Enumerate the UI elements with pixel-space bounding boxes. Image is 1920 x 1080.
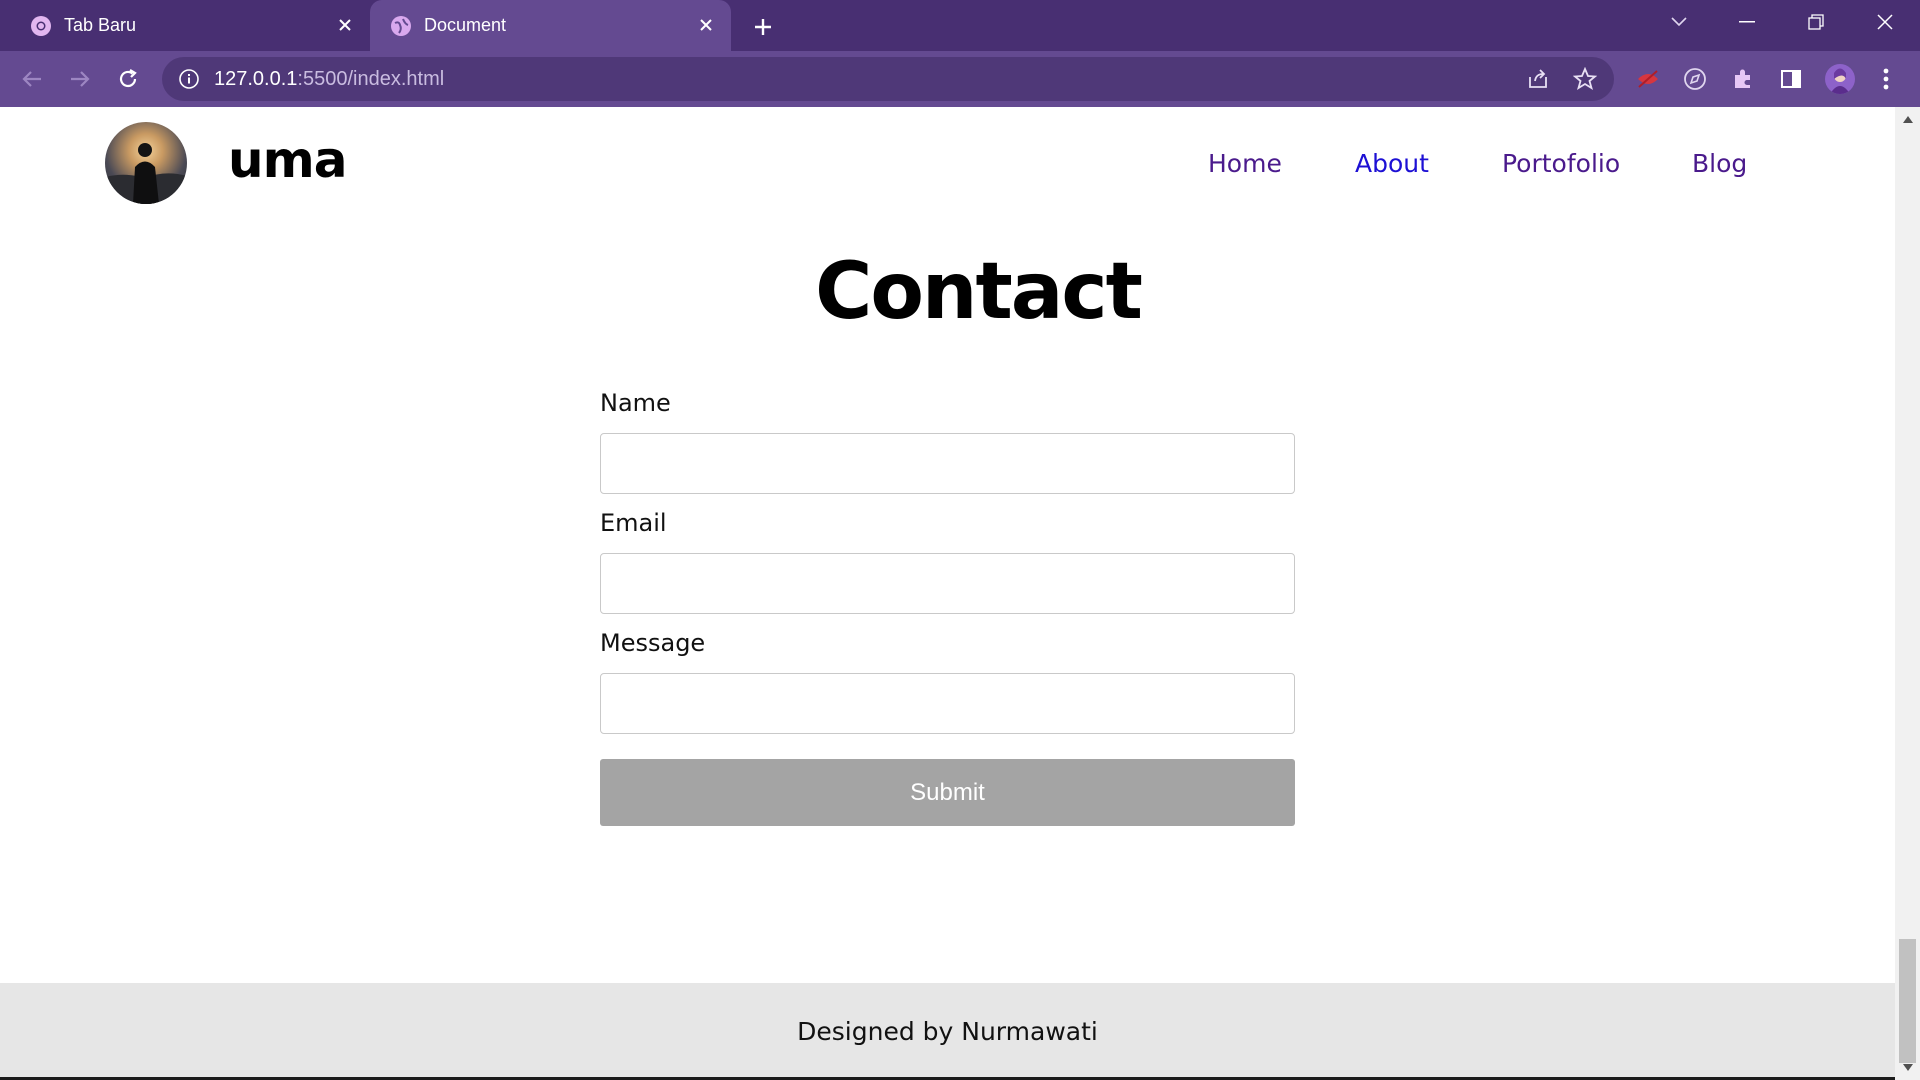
share-icon[interactable] bbox=[1526, 67, 1550, 91]
more-menu-icon[interactable] bbox=[1872, 65, 1900, 93]
email-input[interactable] bbox=[600, 553, 1295, 614]
name-label: Name bbox=[600, 389, 671, 417]
tab-title: Document bbox=[424, 15, 507, 35]
page-viewport: uma Home About Portofolio Blog Contact N… bbox=[0, 107, 1895, 1080]
profile-photo bbox=[105, 122, 187, 204]
footer-credit: Designed by Nurmawati bbox=[797, 1017, 1098, 1046]
site-brand[interactable]: uma bbox=[228, 131, 347, 189]
tab-search-chevron-icon[interactable] bbox=[1657, 0, 1701, 44]
url-text: 127.0.0.1:5500/index.html bbox=[214, 68, 444, 91]
browser-toolbar: 127.0.0.1:5500/index.html bbox=[0, 51, 1920, 107]
submit-button[interactable]: Submit bbox=[600, 759, 1295, 826]
scroll-up-arrow-icon[interactable] bbox=[1901, 113, 1914, 126]
nav-portofolio[interactable]: Portofolio bbox=[1502, 149, 1620, 178]
scroll-down-arrow-icon[interactable] bbox=[1901, 1061, 1914, 1074]
tab-document[interactable]: Document bbox=[370, 0, 731, 51]
site-header: uma Home About Portofolio Blog bbox=[0, 107, 1895, 217]
nav-blog[interactable]: Blog bbox=[1692, 149, 1747, 178]
extension-red-icon[interactable] bbox=[1634, 65, 1662, 93]
profile-avatar[interactable] bbox=[1825, 64, 1855, 94]
browser-tab-strip: Tab Baru Document bbox=[0, 0, 1920, 51]
reload-icon[interactable] bbox=[114, 65, 142, 93]
compass-extension-icon[interactable] bbox=[1681, 65, 1709, 93]
email-label: Email bbox=[600, 509, 667, 537]
minimize-icon[interactable] bbox=[1725, 0, 1769, 44]
close-tab-icon[interactable] bbox=[334, 14, 356, 36]
close-window-icon[interactable] bbox=[1863, 0, 1907, 44]
restore-icon[interactable] bbox=[1794, 0, 1838, 44]
forward-arrow-icon[interactable] bbox=[66, 65, 94, 93]
message-label: Message bbox=[600, 629, 706, 657]
scrollbar-thumb[interactable] bbox=[1899, 939, 1916, 1063]
bookmark-star-icon[interactable] bbox=[1573, 67, 1597, 91]
new-tab-button[interactable] bbox=[749, 13, 777, 41]
page-title: Contact bbox=[815, 247, 1143, 337]
address-bar[interactable]: 127.0.0.1:5500/index.html bbox=[162, 57, 1614, 101]
back-arrow-icon[interactable] bbox=[18, 65, 46, 93]
side-panel-icon[interactable] bbox=[1777, 65, 1805, 93]
vertical-scrollbar[interactable] bbox=[1895, 107, 1920, 1080]
chrome-icon bbox=[30, 15, 52, 37]
url-host: 127.0.0.1 bbox=[214, 68, 298, 90]
url-path: :5500/index.html bbox=[297, 68, 445, 90]
close-tab-icon[interactable] bbox=[695, 14, 717, 36]
nav-about[interactable]: About bbox=[1355, 149, 1429, 178]
globe-icon bbox=[390, 15, 412, 37]
puzzle-extensions-icon[interactable] bbox=[1729, 65, 1757, 93]
nav-home[interactable]: Home bbox=[1208, 149, 1282, 178]
site-info-icon[interactable] bbox=[178, 68, 200, 90]
tab-new-tab[interactable]: Tab Baru bbox=[0, 0, 370, 51]
name-input[interactable] bbox=[600, 433, 1295, 494]
site-footer: Designed by Nurmawati bbox=[0, 983, 1895, 1080]
message-input[interactable] bbox=[600, 673, 1295, 734]
tab-title: Tab Baru bbox=[64, 15, 137, 35]
